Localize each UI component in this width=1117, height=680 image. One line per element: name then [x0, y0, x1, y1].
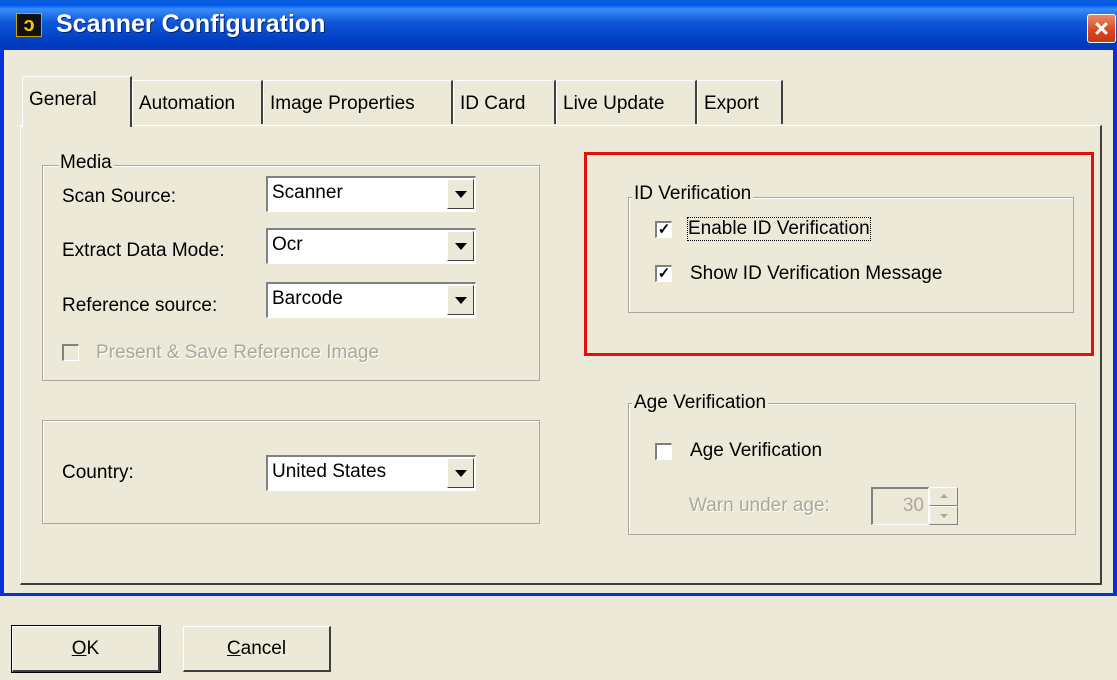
ok-button[interactable]: OK	[11, 625, 161, 673]
tab-label: Export	[704, 93, 759, 114]
app-logo-icon[interactable]: ↄ	[16, 13, 42, 37]
close-button[interactable]	[1087, 14, 1116, 43]
scan-source-value: Scanner	[272, 182, 343, 203]
reference-source-select[interactable]: Barcode	[266, 282, 476, 318]
tab-export[interactable]: Export	[697, 80, 783, 124]
cancel-button[interactable]: Cancel	[183, 626, 331, 672]
tab-automation[interactable]: Automation	[132, 80, 263, 124]
reference-source-label: Reference source:	[62, 295, 218, 316]
window-frame-right	[1113, 50, 1117, 595]
chevron-down-icon[interactable]	[447, 231, 474, 261]
tab-live-update[interactable]: Live Update	[556, 80, 697, 124]
extract-data-mode-select[interactable]: Ocr	[266, 228, 476, 264]
age-verification-checkbox[interactable]	[655, 443, 672, 460]
media-legend: Media	[58, 152, 114, 174]
title-bar: ↄ Scanner Configuration	[0, 0, 1117, 50]
enable-id-verification-label: Enable ID Verification	[687, 217, 871, 241]
extract-data-mode-label: Extract Data Mode:	[62, 240, 225, 261]
extract-data-mode-value: Ocr	[272, 234, 303, 255]
tab-id-card[interactable]: ID Card	[453, 80, 556, 124]
tab-label: ID Card	[460, 93, 526, 114]
warn-under-age-label: Warn under age:	[689, 495, 830, 516]
cancel-mnemonic: C	[226, 638, 241, 659]
scan-source-select[interactable]: Scanner	[266, 176, 476, 212]
age-verification-legend: Age Verification	[632, 392, 769, 414]
tab-label: Automation	[139, 93, 236, 114]
id-verification-group	[628, 197, 1074, 313]
window-frame-bottom	[0, 593, 1117, 596]
reference-source-value: Barcode	[272, 288, 343, 309]
country-value: United States	[272, 461, 387, 482]
cancel-label: ancel	[240, 638, 287, 659]
spin-down-icon[interactable]	[929, 506, 958, 525]
chevron-down-icon[interactable]	[447, 179, 474, 209]
present-save-reference-checkbox[interactable]	[62, 344, 79, 361]
spin-up-icon[interactable]	[929, 487, 958, 506]
scan-source-label: Scan Source:	[62, 186, 177, 207]
warn-under-age-input[interactable]: 30	[871, 487, 929, 525]
present-save-reference-label: Present & Save Reference Image	[96, 342, 380, 363]
warn-under-age-spinner[interactable]	[929, 487, 958, 525]
tab-general[interactable]: General	[22, 76, 132, 127]
country-select[interactable]: United States	[266, 455, 476, 491]
ok-mnemonic: O	[71, 638, 87, 659]
enable-id-verification-checkbox[interactable]: ✓	[655, 221, 672, 238]
tab-label: Image Properties	[270, 93, 415, 114]
window-title: Scanner Configuration	[56, 10, 326, 38]
chevron-down-icon[interactable]	[447, 285, 474, 315]
chevron-down-icon[interactable]	[447, 458, 474, 488]
age-verification-label: Age Verification	[690, 440, 823, 461]
tab-label: General	[29, 89, 97, 110]
show-id-verification-message-checkbox[interactable]: ✓	[655, 265, 672, 282]
country-label: Country:	[62, 462, 134, 483]
ok-label: K	[86, 638, 100, 659]
id-verification-legend: ID Verification	[632, 183, 754, 205]
tab-label: Live Update	[563, 93, 665, 114]
show-id-verification-message-label: Show ID Verification Message	[690, 263, 943, 284]
tab-image-properties[interactable]: Image Properties	[263, 80, 453, 124]
